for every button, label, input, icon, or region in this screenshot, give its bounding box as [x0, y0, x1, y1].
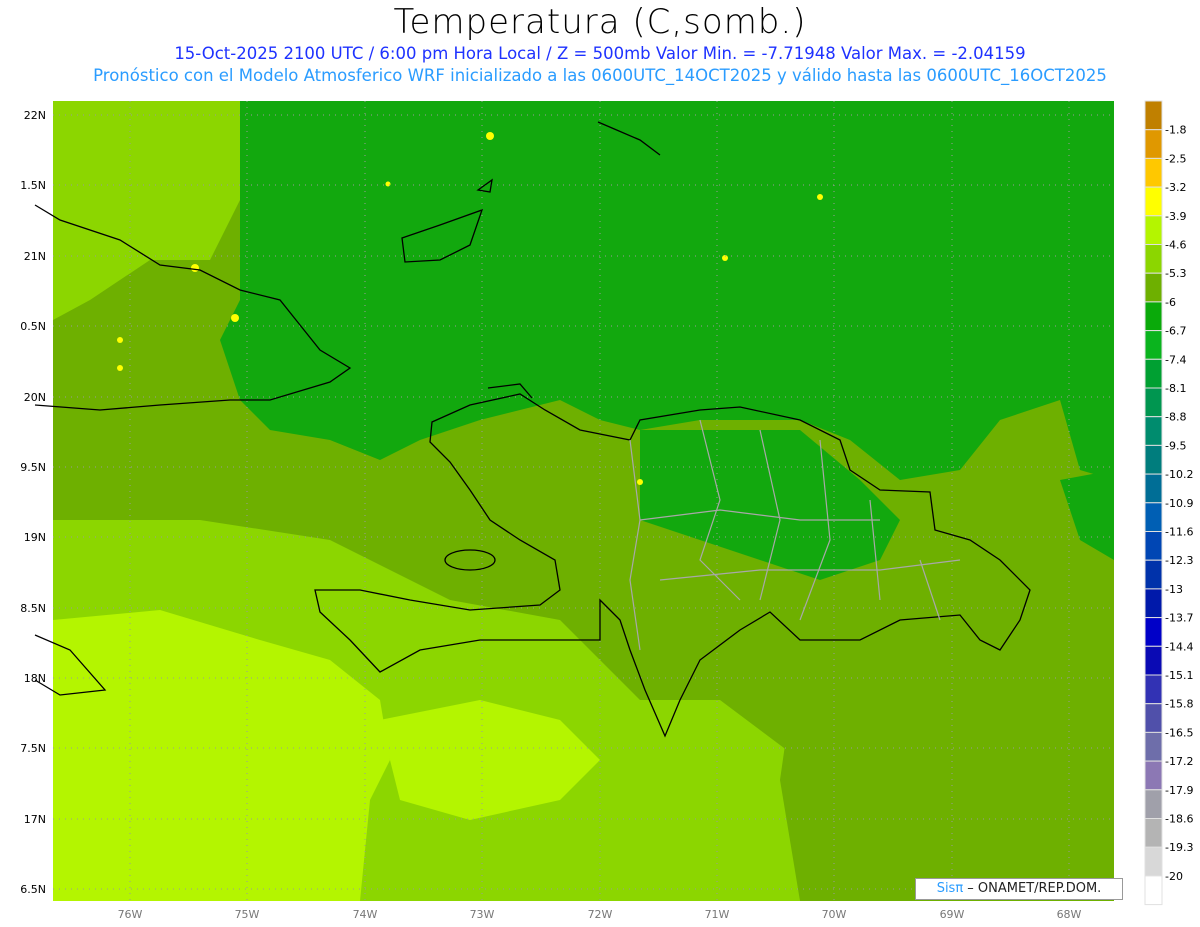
colorbar-swatch — [1144, 157, 1163, 188]
colorbar-label: -17.9 — [1165, 784, 1193, 797]
colorbar-swatch — [1144, 100, 1163, 131]
colorbar-swatch — [1144, 330, 1163, 360]
colorbar-label: -11.6 — [1165, 526, 1193, 539]
colorbar-swatch — [1144, 502, 1163, 532]
credit-text: – ONAMET/REP.DOM. — [963, 881, 1102, 896]
colorbar-swatch — [1144, 215, 1163, 246]
colorbar-swatch — [1144, 588, 1163, 619]
colorbar-swatch — [1144, 387, 1163, 418]
lat-label: 7.5N — [20, 742, 46, 755]
latitude-axis: 22N 1.5N 21N 0.5N 20N 9.5N 19N 8.5N 18N … — [20, 109, 46, 896]
map-figure: 22N 1.5N 21N 0.5N 20N 9.5N 19N 8.5N 18N … — [20, 100, 1193, 921]
colorbar-label: -17.2 — [1165, 755, 1193, 768]
lat-label: 20N — [24, 391, 46, 404]
lat-label: 0.5N — [20, 320, 46, 333]
colorbar-swatch — [1144, 731, 1163, 762]
credit-box: Sisπ – ONAMET/REP.DOM. — [915, 878, 1123, 900]
colorbar-swatch — [1144, 444, 1163, 475]
lat-label: 17N — [24, 813, 46, 826]
colorbar-label: -1.8 — [1165, 124, 1186, 137]
colorbar-label: -5.3 — [1165, 267, 1186, 280]
lon-label: 71W — [705, 908, 730, 921]
lat-label: 8.5N — [20, 602, 46, 615]
colorbar-swatch — [1144, 244, 1163, 274]
lon-label: 76W — [118, 908, 143, 921]
colorbar-label: -8.1 — [1165, 382, 1186, 395]
colorbar-label: -16.5 — [1165, 726, 1193, 739]
colorbar-swatch — [1144, 846, 1163, 877]
lat-label: 22N — [24, 109, 46, 122]
lon-label: 74W — [353, 908, 378, 921]
colorbar-label: -6.7 — [1165, 325, 1186, 338]
colorbar-swatch — [1144, 674, 1163, 705]
colorbar-label: -15.8 — [1165, 698, 1193, 711]
colorbar-label: -6 — [1165, 296, 1176, 309]
lon-label: 69W — [940, 908, 965, 921]
colorbar-swatch — [1144, 272, 1163, 303]
lon-label: 68W — [1057, 908, 1082, 921]
lat-label: 1.5N — [20, 179, 46, 192]
colorbar-label: -18.6 — [1165, 813, 1193, 826]
colorbar-label: -13.7 — [1165, 612, 1193, 625]
colorbar-label: -10.2 — [1165, 468, 1193, 481]
lat-label: 9.5N — [20, 461, 46, 474]
colorbar-swatch — [1144, 875, 1163, 906]
colorbar-label: -12.3 — [1165, 554, 1193, 567]
colorbar-swatch — [1144, 760, 1163, 791]
colorbar-label: -4.6 — [1165, 239, 1186, 252]
lon-label: 70W — [822, 908, 847, 921]
sispi-logo: Sisπ — [936, 881, 964, 896]
colorbar-swatch — [1144, 703, 1163, 733]
colorbar-label: -9.5 — [1165, 439, 1186, 452]
colorbar-label: -2.5 — [1165, 152, 1186, 165]
colorbar-swatch — [1144, 645, 1163, 676]
colorbar-label: -8.8 — [1165, 411, 1186, 424]
colorbar-swatch — [1144, 416, 1163, 446]
colorbar-label: -3.9 — [1165, 210, 1186, 223]
lon-label: 73W — [470, 908, 495, 921]
colorbar-label: -20 — [1165, 870, 1183, 883]
colorbar-label: -7.4 — [1165, 353, 1186, 366]
colorbar-swatch — [1144, 789, 1163, 819]
colorbar-swatch — [1144, 617, 1163, 647]
colorbar-label: -3.2 — [1165, 181, 1186, 194]
colorbar-swatch — [1144, 129, 1163, 159]
colorbar-swatch — [1144, 301, 1163, 332]
colorbar-swatch — [1144, 531, 1163, 561]
colorbar-swatch — [1144, 559, 1163, 590]
colorbar-label: -14.4 — [1165, 640, 1193, 653]
lat-label: 6.5N — [20, 883, 46, 896]
lon-label: 75W — [235, 908, 260, 921]
colorbar-swatch — [1144, 473, 1163, 504]
colorbar-swatch — [1144, 186, 1163, 217]
colorbar-label: -10.9 — [1165, 497, 1193, 510]
colorbar-swatch — [1144, 818, 1163, 848]
longitude-axis: 76W 75W 74W 73W 72W 71W 70W 69W 68W — [118, 908, 1082, 921]
temperature-field — [53, 101, 1114, 901]
colorbar-label: -19.3 — [1165, 841, 1193, 854]
lat-label: 19N — [24, 531, 46, 544]
lon-label: 72W — [588, 908, 613, 921]
lat-label: 21N — [24, 250, 46, 263]
colorbar-label: -15.1 — [1165, 669, 1193, 682]
colorbar-swatch — [1144, 358, 1163, 389]
colorbar-label: -13 — [1165, 583, 1183, 596]
lat-label: 18N — [24, 672, 46, 685]
colorbar: -1.8 -2.5 -3.2 -3.9 -4.6 -5.3 -6 -6.7 -7.4 -8.1 -8… — [1144, 100, 1193, 906]
